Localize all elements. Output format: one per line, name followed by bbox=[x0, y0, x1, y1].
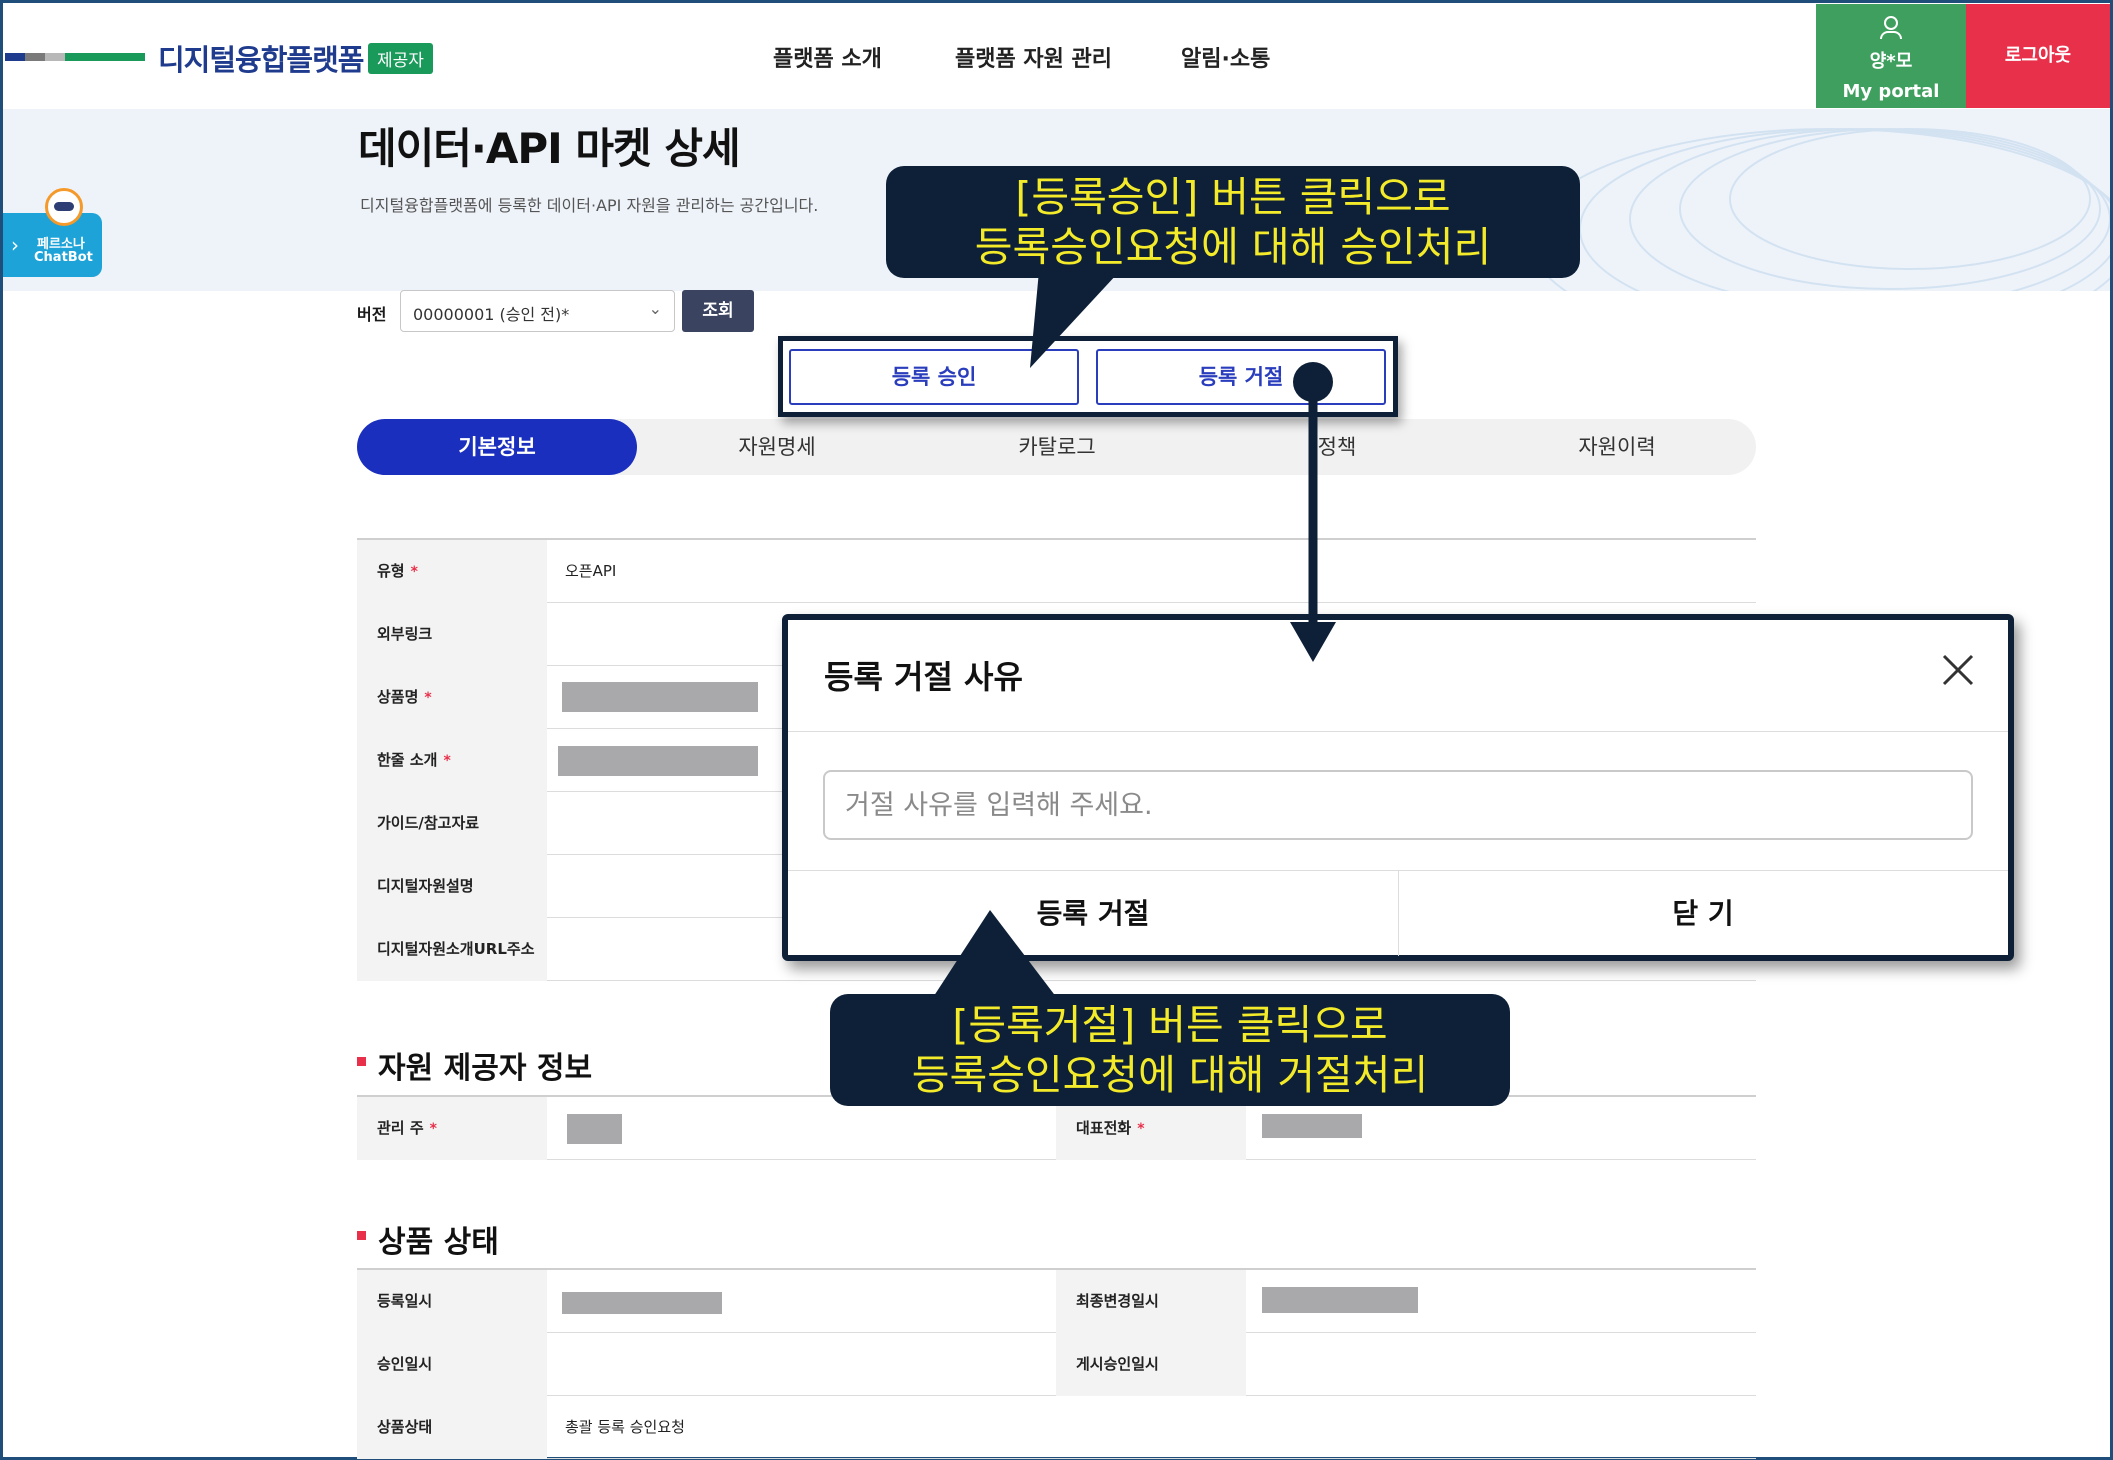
row-label: 상품명 * bbox=[357, 666, 547, 729]
row-label: 대표전화 * bbox=[1056, 1097, 1246, 1160]
logo-stripes bbox=[5, 53, 145, 61]
type-value: 오픈API bbox=[565, 562, 617, 580]
modal-footer: 등록 거절 닫 기 bbox=[788, 870, 2008, 956]
reject-button[interactable]: 등록 거절 bbox=[1096, 349, 1386, 405]
tab-policy[interactable]: 정책 bbox=[1197, 419, 1477, 475]
redacted-value bbox=[567, 1114, 622, 1144]
row-label: 유형 * bbox=[357, 540, 547, 603]
query-button[interactable]: 조회 bbox=[682, 290, 754, 332]
row-label: 디지털자원설명 bbox=[357, 855, 547, 918]
version-label: 버전 bbox=[357, 305, 387, 324]
reject-reason-input[interactable] bbox=[823, 770, 1973, 840]
logout-button[interactable]: 로그아웃 bbox=[1966, 4, 2110, 108]
tab-basic-info[interactable]: 기본정보 bbox=[357, 419, 637, 475]
provider-badge: 제공자 bbox=[368, 43, 433, 74]
modal-title: 등록 거절 사유 bbox=[824, 658, 1023, 696]
redacted-value bbox=[562, 682, 758, 712]
chatbot-launcher[interactable]: › 페르소나 ChatBot bbox=[3, 188, 102, 277]
tab-catalog[interactable]: 카탈로그 bbox=[917, 419, 1197, 475]
approve-callout: [등록승인] 버튼 클릭으로 등록승인요청에 대해 승인처리 bbox=[886, 166, 1580, 278]
row-label: 등록일시 bbox=[357, 1270, 547, 1333]
modal-reject-button[interactable]: 등록 거절 bbox=[788, 871, 1398, 956]
approve-callout-line2: 등록승인요청에 대해 승인처리 bbox=[974, 223, 1492, 271]
close-icon[interactable] bbox=[1938, 650, 1978, 690]
reject-reason-modal: 등록 거절 사유 등록 거절 닫 기 bbox=[782, 614, 2014, 961]
version-select[interactable]: 00000001 (승인 전)* ⌄ bbox=[400, 290, 675, 332]
redacted-value bbox=[1262, 1114, 1362, 1138]
approval-action-box: 등록 승인 등록 거절 bbox=[778, 336, 1398, 417]
nav-platform-intro[interactable]: 플랫폼 소개 bbox=[773, 41, 882, 73]
tab-resource-spec[interactable]: 자원명세 bbox=[637, 419, 917, 475]
row-label: 상품상태 bbox=[357, 1396, 547, 1459]
modal-close-button[interactable]: 닫 기 bbox=[1398, 871, 2008, 956]
chevron-right-icon: › bbox=[11, 233, 19, 257]
nav-resource-management[interactable]: 플랫폼 자원 관리 bbox=[955, 41, 1112, 73]
site-logo[interactable]: 디지털융합플랫폼 bbox=[158, 37, 364, 79]
tab-resource-history[interactable]: 자원이력 bbox=[1477, 419, 1757, 475]
section-bullet bbox=[357, 1057, 366, 1066]
row-label: 게시승인일시 bbox=[1056, 1333, 1246, 1396]
user-name: 양*모 bbox=[1869, 51, 1913, 72]
table-row: 관리 주 * 대표전화 * bbox=[357, 1097, 1756, 1160]
version-selected-value: 00000001 (승인 전)* bbox=[413, 305, 570, 324]
product-status-value: 총괄 등록 승인요청 bbox=[565, 1418, 685, 1436]
row-label: 외부링크 bbox=[357, 603, 547, 666]
table-row: 유형 * 오픈API bbox=[357, 540, 1756, 603]
row-label: 최종변경일시 bbox=[1056, 1270, 1246, 1333]
reject-callout-line1: [등록거절] 버튼 클릭으로 bbox=[952, 1001, 1388, 1049]
user-icon-body bbox=[1880, 31, 1902, 39]
my-portal-label: My portal bbox=[1842, 81, 1940, 102]
robot-icon bbox=[45, 188, 83, 226]
provider-section-title: 자원 제공자 정보 bbox=[357, 1043, 592, 1087]
approve-button[interactable]: 등록 승인 bbox=[789, 349, 1079, 405]
status-section-title: 상품 상태 bbox=[357, 1217, 499, 1261]
status-table: 등록일시 최종변경일시 승인일시 게시승인일시 상품상태 총괄 등록 승인요청 bbox=[357, 1268, 1756, 1459]
table-row: 등록일시 최종변경일시 bbox=[357, 1270, 1756, 1333]
modal-divider bbox=[788, 731, 2008, 732]
row-label: 승인일시 bbox=[357, 1333, 547, 1396]
my-portal-button[interactable]: 양*모 My portal bbox=[1816, 4, 1966, 108]
page-title: 데이터·API 마켓 상세 bbox=[358, 124, 741, 173]
redacted-value bbox=[1262, 1287, 1418, 1313]
reject-callout-line2: 등록승인요청에 대해 거절처리 bbox=[911, 1051, 1429, 1099]
table-row: 승인일시 게시승인일시 bbox=[357, 1333, 1756, 1396]
user-icon bbox=[1884, 16, 1898, 30]
approve-callout-line1: [등록승인] 버튼 클릭으로 bbox=[1015, 173, 1451, 221]
redacted-value bbox=[558, 746, 758, 776]
tab-bar: 기본정보 자원명세 카탈로그 정책 자원이력 bbox=[357, 419, 1756, 475]
row-label: 디지털자원소개URL주소 bbox=[357, 918, 547, 981]
row-label: 한줄 소개 * bbox=[357, 729, 547, 792]
section-bullet bbox=[357, 1231, 366, 1240]
nav-notice-communication[interactable]: 알림·소통 bbox=[1181, 41, 1270, 73]
redacted-value bbox=[562, 1292, 722, 1314]
top-header: 디지털융합플랫폼 제공자 플랫폼 소개 플랫폼 자원 관리 알림·소통 양*모 … bbox=[3, 3, 2110, 109]
chatbot-label-2: ChatBot bbox=[34, 250, 93, 265]
chevron-down-icon: ⌄ bbox=[648, 299, 662, 318]
row-label: 관리 주 * bbox=[357, 1097, 547, 1160]
page-description: 디지털융합플랫폼에 등록한 데이터·API 자원을 관리하는 공간입니다. bbox=[360, 196, 819, 215]
row-label: 가이드/참고자료 bbox=[357, 792, 547, 855]
reject-callout: [등록거절] 버튼 클릭으로 등록승인요청에 대해 거절처리 bbox=[830, 994, 1510, 1106]
table-row: 상품상태 총괄 등록 승인요청 bbox=[357, 1396, 1756, 1459]
